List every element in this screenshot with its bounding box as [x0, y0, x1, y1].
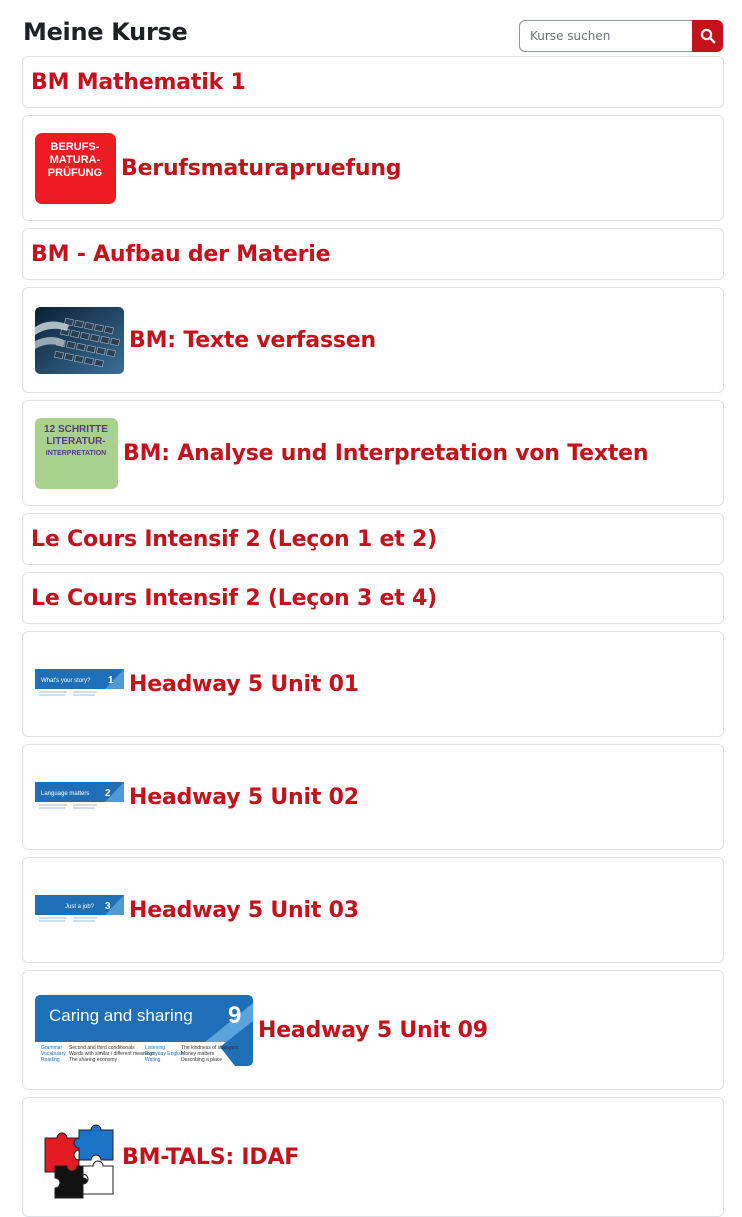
headway-unit-thumbnail: What's your story? 1: [35, 669, 124, 699]
headway-unit-thumbnail: Language matters 2: [35, 782, 124, 812]
thumbnail-text: BERUFS-: [51, 141, 100, 153]
course-card[interactable]: Caring and sharing 9 Grammar Vocabulary …: [22, 970, 724, 1090]
course-card[interactable]: BERUFS- MATURA- PRÜFUNG Berufsmaturaprue…: [22, 115, 724, 221]
course-card[interactable]: Le Cours Intensif 2 (Leçon 1 et 2): [22, 513, 724, 565]
thumbnail-text: 1: [108, 675, 114, 686]
thumbnail-text: 3: [105, 901, 111, 912]
course-title[interactable]: Headway 5 Unit 09: [258, 1018, 488, 1043]
search-button[interactable]: [692, 20, 723, 52]
course-card[interactable]: Just a job? 3 Headway 5 Unit 03: [22, 857, 724, 963]
keyboard-thumbnail: [35, 306, 124, 374]
search-icon: [700, 28, 715, 44]
course-title[interactable]: Le Cours Intensif 2 (Leçon 3 et 4): [31, 586, 437, 611]
thumbnail-text: MATURA-: [50, 154, 101, 166]
course-title[interactable]: BM Mathematik 1: [31, 70, 246, 95]
course-card[interactable]: BM: Texte verfassen: [22, 287, 724, 393]
berufsmatura-thumbnail: BERUFS- MATURA- PRÜFUNG: [35, 132, 116, 204]
thumbnail-text: Just a job?: [65, 904, 95, 910]
course-card[interactable]: Le Cours Intensif 2 (Leçon 3 et 4): [22, 572, 724, 624]
page-title: Meine Kurse: [23, 18, 188, 46]
course-title[interactable]: Le Cours Intensif 2 (Leçon 1 et 2): [31, 527, 437, 552]
course-search: [519, 20, 723, 52]
course-title[interactable]: Headway 5 Unit 01: [129, 672, 359, 697]
thumbnail-text: INTERPRETATION: [46, 450, 106, 457]
page-header: Meine Kurse: [23, 14, 723, 54]
thumbnail-text: PRÜFUNG: [48, 166, 102, 179]
course-card[interactable]: Language matters 2 Headway 5 Unit 02: [22, 744, 724, 850]
thumbnail-text: The sharing economy: [69, 1057, 118, 1063]
thumbnail-text: Language matters: [41, 791, 89, 797]
course-card[interactable]: BM Mathematik 1: [22, 56, 724, 108]
thumbnail-text: What's your story?: [41, 678, 91, 684]
course-card[interactable]: 12 SCHRITTE LITERATUR- INTERPRETATION BM…: [22, 400, 724, 506]
course-card[interactable]: BM - Aufbau der Materie: [22, 228, 724, 280]
thumbnail-text: LITERATUR-: [46, 436, 105, 447]
course-card[interactable]: What's your story? 1 Headway 5 Unit 01: [22, 631, 724, 737]
literatur-thumbnail: 12 SCHRITTE LITERATUR- INTERPRETATION: [35, 417, 118, 489]
course-title[interactable]: BM: Analyse und Interpretation von Texte…: [123, 441, 649, 466]
thumbnail-text: 12 SCHRITTE: [44, 424, 108, 435]
thumbnail-text: Caring and sharing: [49, 1006, 193, 1025]
course-title[interactable]: BM-TALS: IDAF: [122, 1145, 299, 1170]
course-card[interactable]: BM-TALS: IDAF: [22, 1097, 724, 1217]
thumbnail-text: Reading: [41, 1057, 60, 1063]
headway-unit-thumbnail: Caring and sharing 9 Grammar Vocabulary …: [35, 994, 253, 1066]
course-title[interactable]: BM - Aufbau der Materie: [31, 242, 331, 267]
course-title[interactable]: BM: Texte verfassen: [129, 328, 376, 353]
course-title[interactable]: Berufsmaturapruefung: [121, 156, 402, 181]
search-input[interactable]: [519, 20, 693, 52]
thumbnail-text: Describing a place: [181, 1057, 222, 1063]
course-title[interactable]: Headway 5 Unit 02: [129, 785, 359, 810]
thumbnail-text: Writing: [145, 1057, 161, 1063]
thumbnail-text: 2: [105, 788, 111, 799]
thumbnail-text: 9: [228, 1002, 241, 1029]
headway-unit-thumbnail: Just a job? 3: [35, 895, 124, 925]
course-title[interactable]: Headway 5 Unit 03: [129, 898, 359, 923]
